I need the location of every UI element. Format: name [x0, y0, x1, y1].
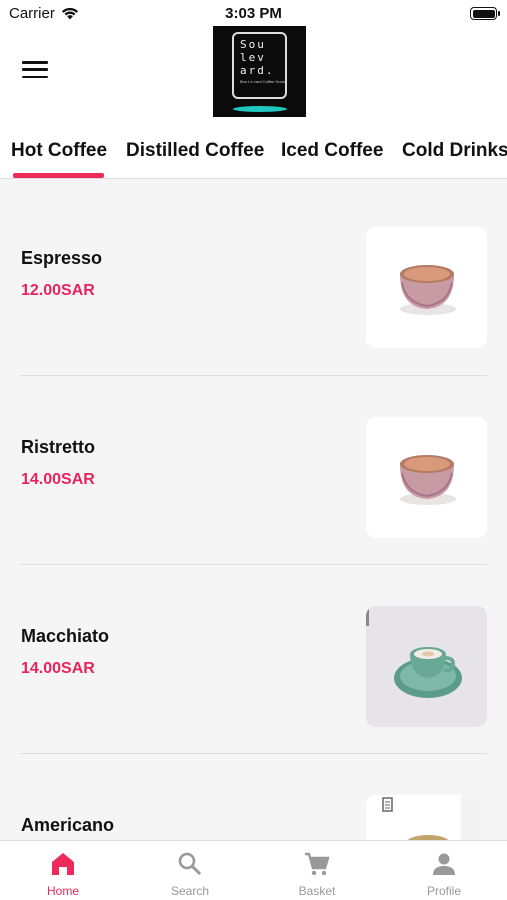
- bottom-navigation: Home Search Basket Profile: [0, 840, 507, 900]
- menu-item-macchiato[interactable]: Macchiato 14.00SAR: [0, 565, 507, 754]
- nav-label: Basket: [298, 884, 336, 898]
- status-time: 3:03 PM: [225, 5, 282, 22]
- macchiato-image[interactable]: [366, 606, 487, 727]
- brand-logo: Sou lev ard. Bou Le vard Coffee House: [213, 26, 306, 117]
- category-tabs: Hot Coffee Distilled Coffee Iced Coffee …: [0, 122, 507, 179]
- nav-search[interactable]: Search: [127, 841, 253, 900]
- nav-label: Home: [46, 884, 79, 898]
- nav-label: Profile: [426, 884, 461, 898]
- item-price: 14.00SAR: [21, 660, 95, 677]
- menu-item-espresso[interactable]: Espresso 12.00SAR: [0, 180, 507, 369]
- item-name: Macchiato: [21, 626, 110, 646]
- logo-text-line: ard.: [240, 64, 275, 77]
- item-price: 12.00SAR: [21, 282, 95, 299]
- cart-icon: [305, 852, 330, 876]
- menu-line: [22, 61, 48, 64]
- home-icon: [52, 853, 74, 875]
- logo-text-line: Sou: [240, 38, 266, 51]
- tab-cold-drinks[interactable]: Cold Drinks: [402, 140, 507, 162]
- logo-tagline: Bou Le vard Coffee House: [240, 79, 288, 84]
- profile-icon: [433, 853, 455, 875]
- menu-line: [22, 68, 48, 71]
- tab-distilled-coffee[interactable]: Distilled Coffee: [126, 140, 264, 162]
- battery-icon: [470, 7, 500, 20]
- espresso-image[interactable]: [366, 227, 487, 348]
- search-icon: [178, 852, 202, 876]
- logo-accent: [233, 106, 287, 112]
- logo-text-line: lev: [240, 51, 266, 64]
- item-price: 14.00SAR: [21, 471, 95, 488]
- nav-profile[interactable]: Profile: [381, 841, 507, 900]
- hamburger-menu-button[interactable]: [22, 61, 48, 81]
- nav-label: Search: [170, 884, 210, 898]
- ristretto-image[interactable]: [366, 417, 487, 538]
- app-header: Sou lev ard. Bou Le vard Coffee House: [0, 26, 507, 122]
- logo-frame: Sou lev ard. Bou Le vard Coffee House: [232, 32, 287, 99]
- item-name: Espresso: [21, 248, 103, 268]
- nav-home[interactable]: Home: [0, 841, 126, 900]
- status-bar: Carrier 3:03 PM: [0, 0, 507, 26]
- item-name: Americano: [21, 815, 115, 835]
- tab-iced-coffee[interactable]: Iced Coffee: [281, 140, 383, 162]
- tab-hot-coffee[interactable]: Hot Coffee: [11, 140, 107, 162]
- menu-line: [22, 75, 48, 79]
- menu-item-ristretto[interactable]: Ristretto 14.00SAR: [0, 376, 507, 565]
- active-tab-indicator: [13, 173, 104, 178]
- item-name: Ristretto: [21, 437, 96, 457]
- nav-basket[interactable]: Basket: [254, 841, 380, 900]
